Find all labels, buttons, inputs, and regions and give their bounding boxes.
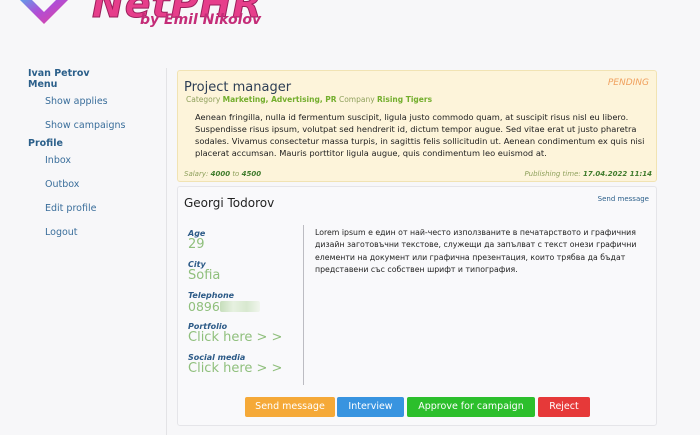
applicant-fields: Age 29 City Sofia Telephone 0896 Portfol…	[188, 229, 302, 384]
salary-label: Salary:	[184, 170, 209, 178]
job-card: Project manager PENDING Category Marketi…	[177, 70, 657, 182]
applicant-name: Georgi Todorov	[184, 196, 275, 210]
sidebar-item-logout[interactable]: Logout	[28, 221, 158, 245]
job-categories: Marketing, Advertising, PR	[222, 95, 337, 104]
profile-heading: Profile	[28, 138, 63, 149]
company-label: Company	[338, 95, 375, 104]
telephone-value: 0896	[188, 300, 302, 313]
sidebar-item-outbox[interactable]: Outbox	[28, 173, 158, 197]
current-user-name: Ivan Petrov	[28, 68, 90, 79]
logo-mark-icon	[20, 0, 68, 24]
age-label: Age	[188, 229, 206, 238]
menu-heading: Menu	[28, 79, 58, 90]
sidebar-item-inbox[interactable]: Inbox	[28, 149, 158, 173]
publishing-time-label: Publishing time:	[524, 170, 581, 178]
sidebar-divider	[166, 68, 167, 435]
telephone-number: 0896	[188, 299, 220, 314]
logo-subtitle: by Emil Nikolov	[140, 12, 262, 28]
approve-for-campaign-button[interactable]: Approve for campaign	[407, 397, 535, 417]
action-buttons: Send message Interview Approve for campa…	[178, 397, 656, 417]
redacted-blur	[219, 301, 260, 312]
job-company: Rising Tigers	[377, 95, 433, 104]
publishing-time-value: 17.04.2022 11:14	[582, 170, 652, 178]
applicant-card: Georgi Todorov Send message Age 29 City …	[177, 186, 657, 426]
salary-to-label: to	[232, 170, 240, 178]
interview-button[interactable]: Interview	[337, 397, 404, 417]
sidebar-item-show-applies[interactable]: Show applies	[28, 90, 158, 114]
salary-to: 4500	[241, 170, 262, 178]
age-value: 29	[188, 237, 205, 252]
job-footer: Salary: 4000 to 4500 Publishing time: 17…	[184, 170, 652, 178]
sidebar: Ivan Petrov Menu Show applies Show campa…	[28, 68, 158, 245]
site-logo[interactable]: NetPHR by Emil Nikolov	[0, 0, 270, 32]
job-title: Project manager	[184, 80, 292, 95]
send-message-link[interactable]: Send message	[598, 195, 649, 203]
sidebar-item-show-campaigns[interactable]: Show campaigns	[28, 114, 158, 138]
send-message-button[interactable]: Send message	[245, 397, 335, 417]
salary-from: 4000	[210, 170, 231, 178]
city-value: Sofia	[188, 268, 221, 283]
publishing-time: Publishing time: 17.04.2022 11:14	[524, 170, 652, 178]
status-badge: PENDING	[607, 78, 649, 88]
portfolio-link[interactable]: Click here > >	[188, 331, 302, 344]
fields-divider	[303, 225, 304, 385]
reject-button[interactable]: Reject	[538, 397, 590, 417]
category-label: Category	[186, 95, 221, 104]
social-media-link[interactable]: Click here > >	[188, 362, 302, 375]
sidebar-item-edit-profile[interactable]: Edit profile	[28, 197, 158, 221]
job-description: Aenean fringilla, nulla id fermentum sus…	[195, 112, 645, 158]
applicant-bio: Lorem ipsum е един от най-често използва…	[315, 228, 637, 274]
job-meta: Category Marketing, Advertising, PR Comp…	[186, 95, 432, 104]
